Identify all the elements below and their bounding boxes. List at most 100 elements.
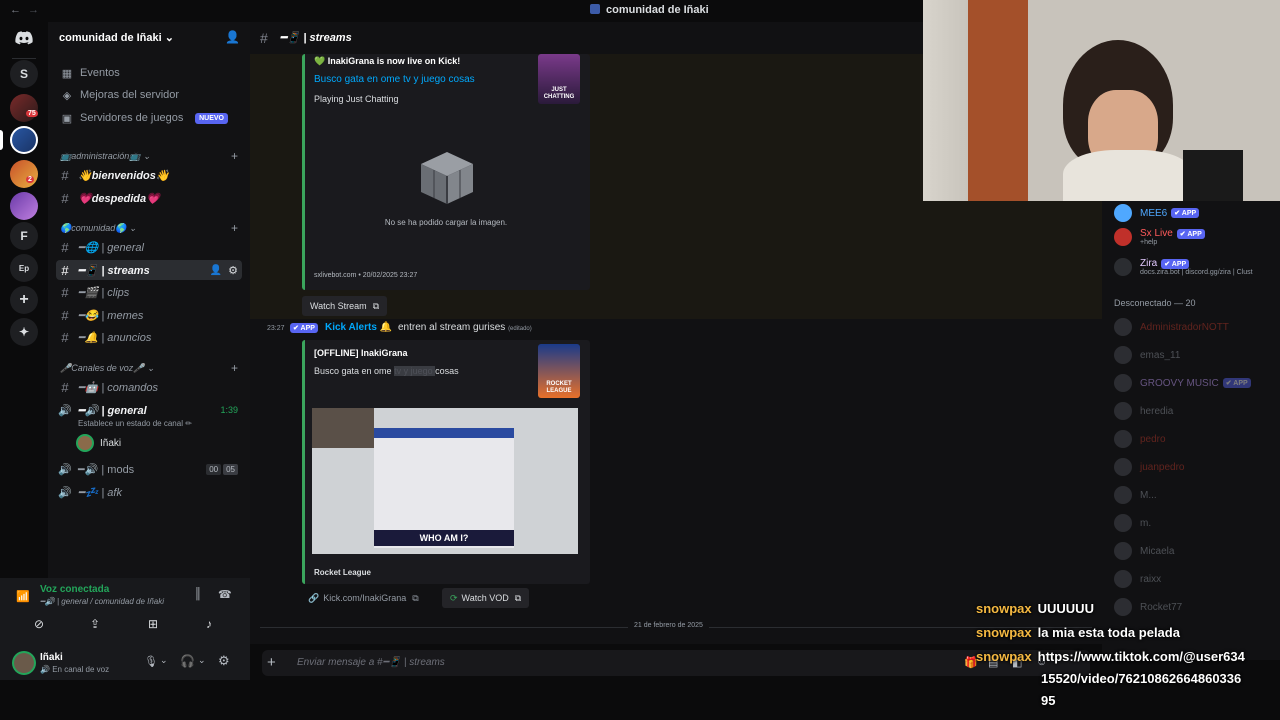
watch-vod-button[interactable]: ⟳ Watch VOD ⧉ — [442, 588, 530, 608]
soundboard-icon[interactable]: ♪ — [196, 614, 222, 634]
webcam-thumbnail — [312, 408, 374, 448]
avatar — [1114, 402, 1132, 420]
member-offline[interactable]: Rocket77 — [1114, 594, 1280, 620]
spoiler-text[interactable]: tv y juego — [394, 366, 436, 376]
kick-link-label: Kick.com/InakiGrana — [323, 593, 407, 603]
stream-preview-image[interactable]: WHO AM I? — [312, 408, 578, 554]
discord-home-icon[interactable] — [10, 24, 38, 52]
invite-icon[interactable]: 👤 — [210, 265, 222, 276]
member-offline[interactable]: heredia — [1114, 398, 1280, 424]
add-server-icon[interactable]: + — [10, 286, 38, 314]
member-list: MEE6 ✔ APP Sx Live ✔ APP +help Zira ✔ APP doc… — [1102, 200, 1280, 660]
member-offline[interactable]: pedro — [1114, 426, 1280, 452]
server-icon — [590, 4, 600, 14]
plus-icon[interactable]: + — [267, 654, 276, 671]
server-icon-selected[interactable] — [10, 126, 38, 154]
add-channel-icon[interactable]: + — [231, 361, 238, 375]
message-composer[interactable]: + Enviar mensaje a #━📱 | streams 🎁 ▤ ◧ ☺ — [262, 650, 1090, 676]
chevron-down-icon[interactable]: ⌄ — [198, 655, 206, 666]
voice-channel-afk[interactable]: 🔊 ━💤 | afk — [56, 482, 242, 502]
disconnect-icon[interactable]: ☎ — [218, 588, 232, 601]
channel-streams[interactable]: # ━📱 | streams 👤 ⚙ — [56, 260, 242, 280]
discover-icon[interactable]: ✦ — [10, 318, 38, 346]
settings-gear-icon[interactable]: ⚙ — [218, 653, 230, 669]
events-item[interactable]: ▦ Eventos — [60, 63, 120, 83]
member-offline[interactable]: Micaela — [1114, 538, 1280, 564]
server-icon-3[interactable] — [10, 192, 38, 220]
channel-label: ━🎬 | clips — [78, 286, 130, 299]
avatar — [1114, 374, 1132, 392]
embed-thumbnail[interactable]: JUST CHATTING — [538, 54, 580, 104]
desc-part: cosas — [435, 366, 459, 376]
add-channel-icon[interactable]: + — [231, 149, 238, 163]
boosts-item[interactable]: ◈ Mejoras del servidor — [60, 85, 179, 105]
category-voice[interactable]: 🎤Canales de voz🎤 ⌄ — [60, 363, 155, 374]
avatar — [1114, 318, 1132, 336]
composer-placeholder: Enviar mensaje a #━📱 | streams — [297, 657, 445, 668]
server-icon-s[interactable]: S — [10, 60, 38, 88]
channel-memes[interactable]: # ━😂 | memes — [56, 305, 242, 325]
voice-status-prompt[interactable]: Establece un estado de canal ✏ — [78, 419, 192, 428]
date-divider: 21 de febrero de 2025 — [628, 622, 709, 629]
user-status: 🔊 En canal de voz — [40, 665, 109, 674]
member-offline[interactable]: emas_11 — [1114, 342, 1280, 368]
watch-stream-button[interactable]: Watch Stream ⧉ — [302, 296, 388, 316]
voice-member-name: Iñaki — [100, 437, 122, 449]
server-name[interactable]: comunidad de Iñaki ⌄ — [59, 31, 174, 44]
signal-icon[interactable]: 📶 — [16, 590, 30, 603]
headphones-icon[interactable]: 🎧 — [180, 654, 195, 668]
channel-general[interactable]: # ━🌐 | general — [56, 237, 242, 257]
embed-thumbnail[interactable]: ROCKET LEAGUE — [538, 344, 580, 398]
embed-title-link[interactable]: Busco gata en ome tv y juego cosas — [314, 74, 475, 85]
channel-anuncios[interactable]: # ━🔔 | anuncios — [56, 327, 242, 347]
voice-location[interactable]: ━🔊 | general / comunidad de Iñaki — [40, 597, 164, 606]
server-icon-ep[interactable]: Ep — [10, 254, 38, 282]
member-offline[interactable]: m. — [1114, 510, 1280, 536]
member-offline[interactable]: GROOVY MUSIC ✔ APP — [1114, 370, 1280, 396]
voice-member[interactable]: Iñaki — [78, 434, 121, 452]
voice-count: 00 — [206, 463, 222, 475]
channel-comandos[interactable]: # ━🤖 | comandos — [56, 377, 242, 397]
calendar-icon: ▦ — [61, 67, 73, 80]
user-avatar[interactable] — [14, 653, 34, 673]
image-error-text: No se ha podido cargar la imagen. — [384, 218, 508, 227]
server-icon-f[interactable]: F — [10, 222, 38, 250]
overlay-message: 95 — [1041, 693, 1056, 708]
member-offline[interactable]: raixx — [1114, 566, 1280, 592]
member-offline[interactable]: juanpedro — [1114, 454, 1280, 480]
back-arrow-icon[interactable]: ← — [10, 4, 21, 16]
channel-clips[interactable]: # ━🎬 | clips — [56, 282, 242, 302]
voice-channel-general[interactable]: 🔊 ━🔊 | general 1:39 — [56, 400, 242, 420]
server-icon-1[interactable] — [10, 94, 38, 122]
game-servers-item[interactable]: ▣ Servidores de juegos NUEVO — [60, 108, 238, 128]
forward-arrow-icon[interactable]: → — [28, 4, 39, 16]
member-zira[interactable]: Zira ✔ APP docs.zira.bot | discord.gg/zira… — [1114, 255, 1280, 281]
avatar — [1114, 458, 1132, 476]
channel-bienvenidos[interactable]: # 👋bienvenidos👋 — [56, 165, 242, 185]
kick-link-button[interactable]: 🔗 Kick.com/InakiGrana ⧉ — [308, 588, 419, 608]
message-author[interactable]: Kick Alerts 🔔 — [325, 322, 392, 333]
voice-channel-mods[interactable]: 🔊 ━🔊 | mods 00 05 — [56, 459, 242, 479]
server-icon-2[interactable] — [10, 160, 38, 188]
category-comunidad[interactable]: 🌎comunidad🌎 ⌄ — [60, 223, 136, 234]
screen-share-icon[interactable]: ⇪ — [82, 614, 108, 634]
hash-icon: # — [61, 167, 69, 183]
member-text: Sx Live ✔ APP +help — [1140, 228, 1205, 246]
member-offline[interactable]: AdministradorNOTT — [1114, 314, 1280, 340]
chevron-down-icon[interactable]: ⌄ — [160, 655, 168, 666]
camera-off-icon[interactable]: ⊘ — [26, 614, 52, 634]
channel-despedida[interactable]: # 💗despedida💗 — [56, 188, 242, 208]
category-admin[interactable]: 📺administración📺 ⌄ — [60, 151, 150, 162]
add-member-icon[interactable]: 👤 — [225, 30, 240, 44]
microphone-icon[interactable]: 🎙 — [144, 655, 158, 668]
activities-icon[interactable]: ⊞ — [140, 614, 166, 634]
add-channel-icon[interactable]: + — [231, 221, 238, 235]
noise-suppression-icon[interactable]: ║ — [194, 588, 202, 600]
member-offline[interactable]: M... — [1114, 482, 1280, 508]
member-sxlive[interactable]: Sx Live ✔ APP +help — [1114, 225, 1280, 251]
member-mee6[interactable]: MEE6 ✔ APP — [1114, 200, 1280, 226]
gear-icon[interactable]: ⚙ — [228, 264, 238, 277]
avatar — [1114, 514, 1132, 532]
embed-title: [OFFLINE] InakiGrana — [314, 348, 408, 358]
app-tag: ✔ APP — [1161, 258, 1190, 269]
